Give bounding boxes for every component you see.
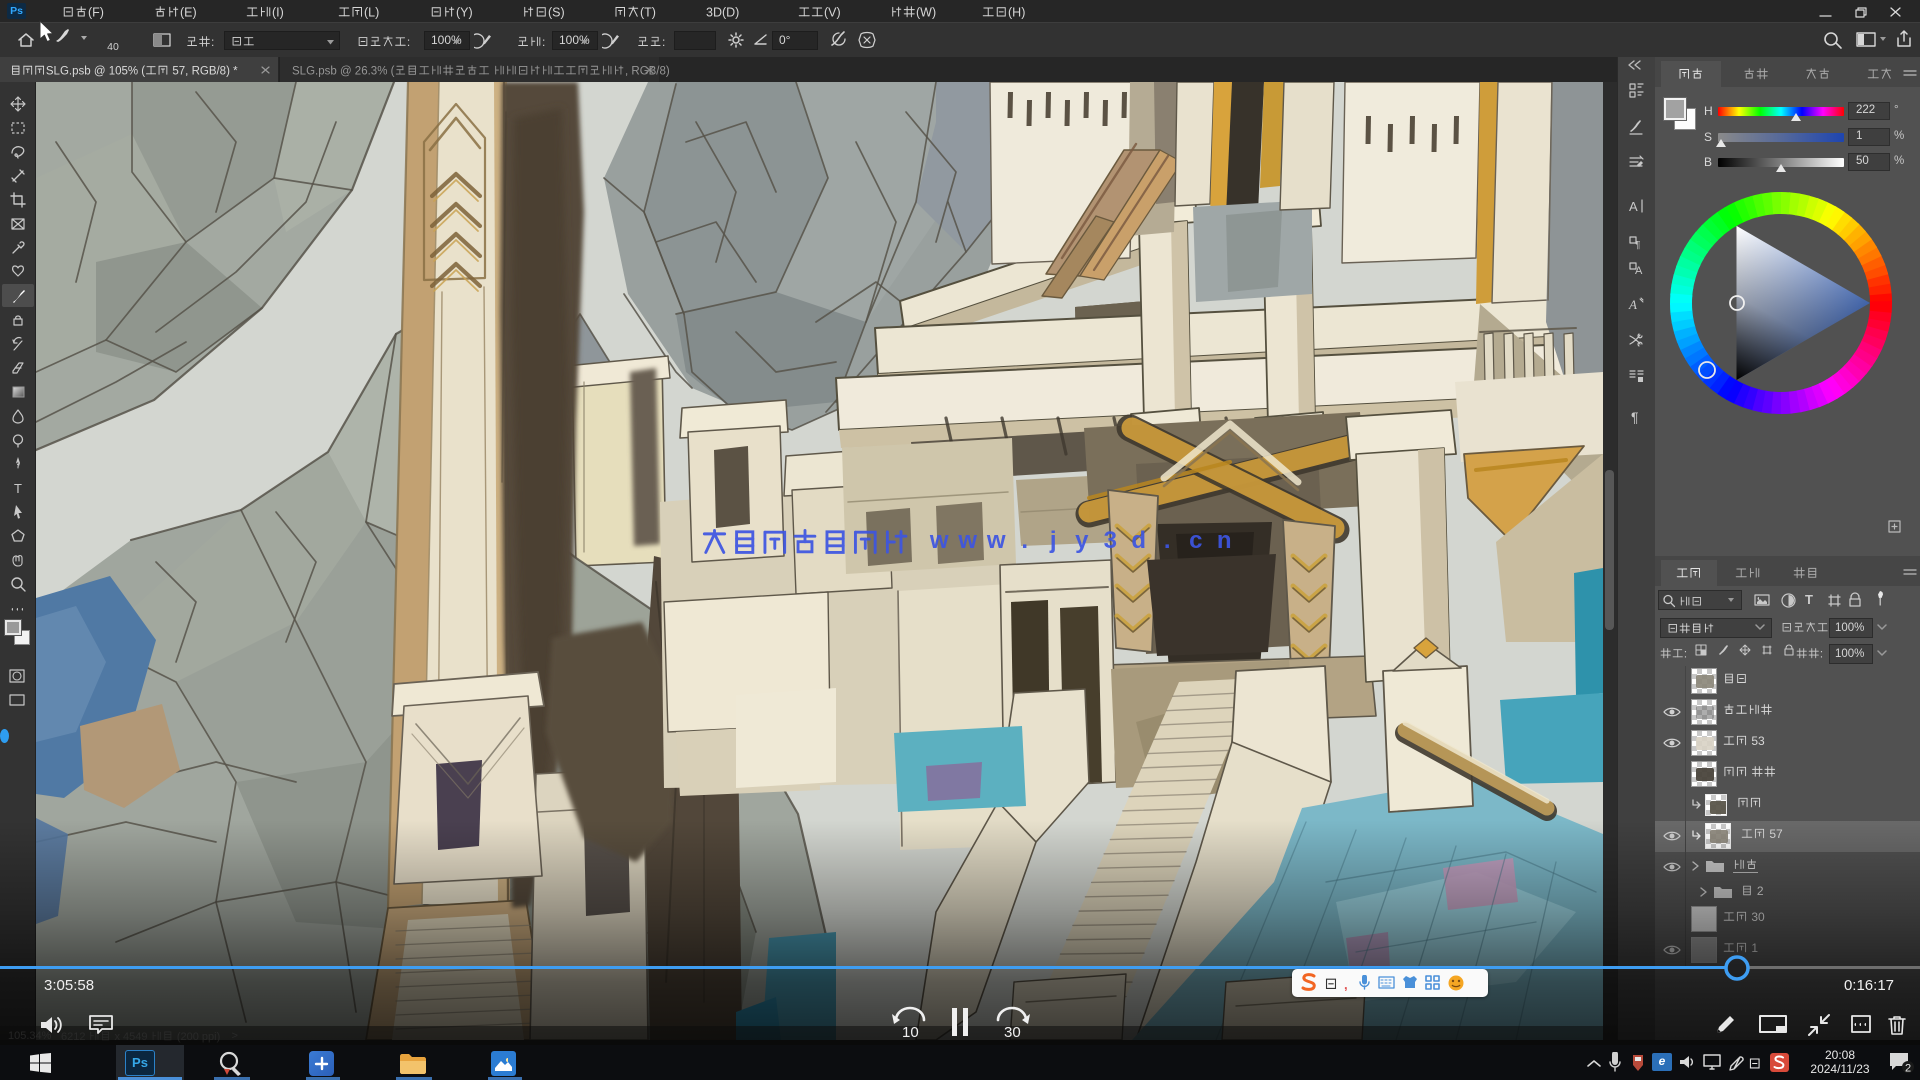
svg-text:(S): (S) [548, 5, 565, 19]
svg-text:A: A [1629, 199, 1638, 214]
svg-text:SLG.psb @ 105% (: SLG.psb @ 105% ( [46, 65, 145, 77]
svg-text:(I): (I) [272, 5, 284, 19]
svg-text:30: 30 [1748, 910, 1765, 924]
svg-text:A: A [1635, 265, 1643, 277]
svg-text:(Y): (Y) [456, 5, 473, 19]
svg-text:57, RGB/8) *: 57, RGB/8) * [169, 65, 238, 77]
svg-text:¶: ¶ [1635, 240, 1640, 251]
svg-text::: : [662, 35, 665, 49]
svg-text::: : [211, 35, 214, 49]
svg-text:(H): (H) [1008, 5, 1025, 19]
svg-text:T: T [14, 481, 22, 496]
svg-text:10: 10 [902, 1024, 919, 1040]
svg-text::: : [1820, 649, 1823, 661]
svg-text:(L): (L) [364, 5, 379, 19]
svg-text:(T): (T) [640, 5, 656, 19]
svg-text:A: A [1628, 297, 1637, 312]
svg-text::: : [407, 35, 410, 49]
svg-text:¶: ¶ [1631, 409, 1639, 425]
svg-text::: : [542, 35, 545, 49]
svg-text:53: 53 [1748, 734, 1765, 748]
svg-text:2: 2 [1754, 884, 1764, 898]
svg-text:(W): (W) [916, 5, 936, 19]
svg-text:(E): (E) [180, 5, 197, 19]
svg-text:SLG.psb @ 26.3% (: SLG.psb @ 26.3% ( [292, 65, 395, 77]
svg-text:(200 ppi): (200 ppi) [174, 1031, 220, 1043]
svg-text:(F): (F) [88, 5, 104, 19]
svg-text::: : [1684, 649, 1687, 661]
svg-text:30: 30 [1004, 1024, 1021, 1040]
svg-text:57: 57 [1766, 827, 1783, 841]
svg-text:3D(D): 3D(D) [706, 5, 739, 19]
svg-text:x 4549: x 4549 [112, 1031, 151, 1043]
svg-text:2: 2 [1905, 1063, 1911, 1075]
svg-text:(V): (V) [824, 5, 841, 19]
